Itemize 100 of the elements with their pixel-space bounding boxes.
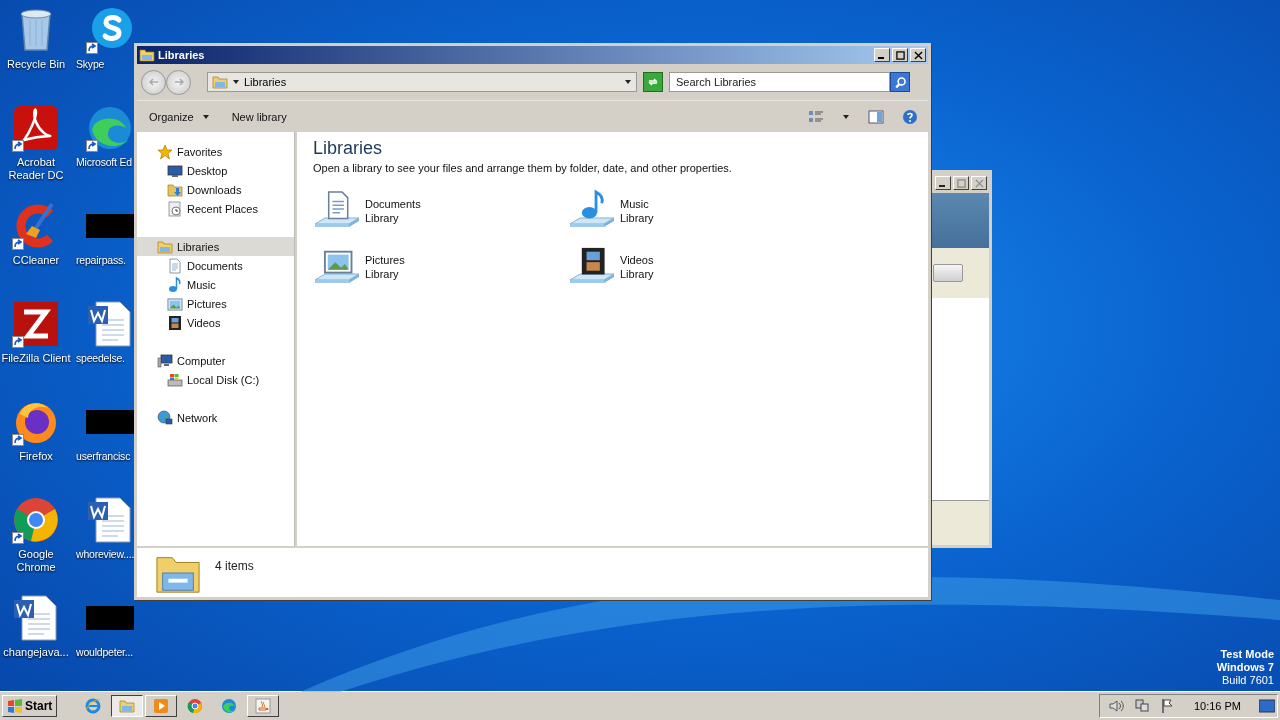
browser-e-icon [85,698,102,714]
address-field[interactable]: Libraries [207,72,637,92]
shortcut-arrow-icon [12,140,24,152]
library-folder-icon [157,238,173,255]
library-type: Library [365,211,400,225]
forward-arrow-icon [172,76,185,88]
maximize-icon [895,50,905,60]
nav-item[interactable]: Local Disk (C:) [137,370,294,389]
caret-icon [232,78,240,86]
computer-icon [157,352,173,369]
monitor-icon [167,162,183,179]
network-icon[interactable] [1133,698,1150,714]
clock-icon [167,200,183,217]
close-button[interactable] [910,48,926,62]
organize-button[interactable]: Organize [145,108,214,125]
library-folder-icon [139,47,155,63]
ring-circle-icon [12,496,60,544]
nav-item[interactable]: Libraries [137,237,294,256]
blank-button[interactable] [933,264,963,282]
nav-item[interactable]: Videos [137,313,294,332]
play-icon [153,698,170,714]
maximize-button[interactable] [892,48,908,62]
pane-icon [868,108,884,125]
shortcut-arrow-icon [86,42,98,54]
nav-item[interactable]: Pictures [137,294,294,313]
build-text: Build 7601 [1222,674,1274,687]
desktop-icon-label[interactable]: speedelse. [76,352,125,365]
maximize-icon [956,178,966,188]
library-type: Library [620,211,654,225]
close-icon [974,178,984,188]
library-folder-icon [212,74,228,90]
close-icon [913,50,923,60]
help-icon [902,108,918,125]
globe-icon [157,409,173,426]
nav-item[interactable]: Favorites [137,142,294,161]
window-title: Libraries [158,49,205,61]
minimize-button[interactable] [874,48,890,62]
library-name[interactable]: Documents [365,197,421,211]
show-desktop-icon[interactable] [1259,698,1275,714]
picture-icon [167,295,183,312]
desktop-icon-label[interactable]: CCleaner [12,254,60,267]
shortcut-arrow-icon [12,434,24,446]
desktop-icon-label[interactable]: Recycle Bin [6,58,66,71]
nav-item[interactable]: Network [137,408,294,427]
shortcut-arrow-icon [86,140,98,152]
library-name[interactable]: Videos [620,253,654,267]
desktop-icon-label[interactable]: Skype [76,58,105,71]
test-mode-text: Test Mode [1220,648,1274,661]
back-arrow-icon [147,76,160,88]
desktop-icon-label[interactable]: FileZilla Client [1,352,71,365]
desktop-icon-label[interactable]: Acrobat Reader DC [1,156,71,182]
shortcut-arrow-icon [12,336,24,348]
dropdown-caret-icon [624,78,632,86]
search-field[interactable]: Search Libraries [669,72,890,92]
nav-item[interactable]: Desktop [137,161,294,180]
nav-item[interactable]: Downloads [137,180,294,199]
search-button[interactable] [890,72,910,92]
nav-item[interactable]: Computer [137,351,294,370]
shortcut-arrow-icon [12,238,24,250]
view-menu-button[interactable] [840,112,852,121]
desktop-icon-label[interactable]: userfrancisc [76,450,131,463]
refresh-button[interactable] [643,72,663,92]
speaker-icon[interactable] [1107,698,1124,714]
caret-icon [201,112,210,121]
desktop-icon-label[interactable]: Microsoft Ed [76,156,132,169]
taskbar-app-button[interactable] [111,695,144,717]
desktop-icon-label[interactable]: Google Chrome [1,548,71,574]
new-library-button[interactable]: New library [227,108,291,125]
nav-item[interactable]: Documents [137,256,294,275]
desktop-icon-label[interactable]: Firefox [19,450,53,463]
document-icon [167,257,183,274]
windows-flag-icon [7,698,23,714]
library-name[interactable]: Pictures [365,253,405,267]
item-count: 4 items [215,559,254,573]
maximize-button[interactable] [953,176,969,190]
close-button[interactable] [971,176,987,190]
library-name[interactable]: Music [620,197,654,211]
start-button[interactable]: Start [2,695,58,717]
help-button[interactable] [900,108,920,125]
refresh-arrows-icon [647,76,659,88]
desktop-icon-label[interactable]: whoreview.... [76,548,135,561]
document-icon [86,300,134,348]
clock-time[interactable]: 10:16 PM [1193,700,1241,712]
details-view-icon [808,108,824,125]
os-name-text: Windows 7 [1216,661,1274,674]
nav-item[interactable]: Recent Places [137,199,294,218]
desktop-icon-label[interactable]: repairpass. [76,254,126,267]
minimize-icon [878,57,884,59]
minimize-icon [939,185,945,187]
music-note-icon [167,276,183,293]
minimize-button[interactable] [935,176,951,190]
wave-circle-icon [86,104,134,152]
desktop-icon-label[interactable]: wouldpeter... [76,646,133,659]
caret-icon [842,112,850,121]
drive-icon [167,371,183,388]
download-folder-icon [167,181,183,198]
description-text: Open a library to see your files and arrange them by folder, date, and other properties. [313,162,733,174]
nav-item[interactable]: Music [137,275,294,294]
desktop-icon-label[interactable]: changejava... [3,646,69,659]
preview-pane-button[interactable] [866,108,886,125]
